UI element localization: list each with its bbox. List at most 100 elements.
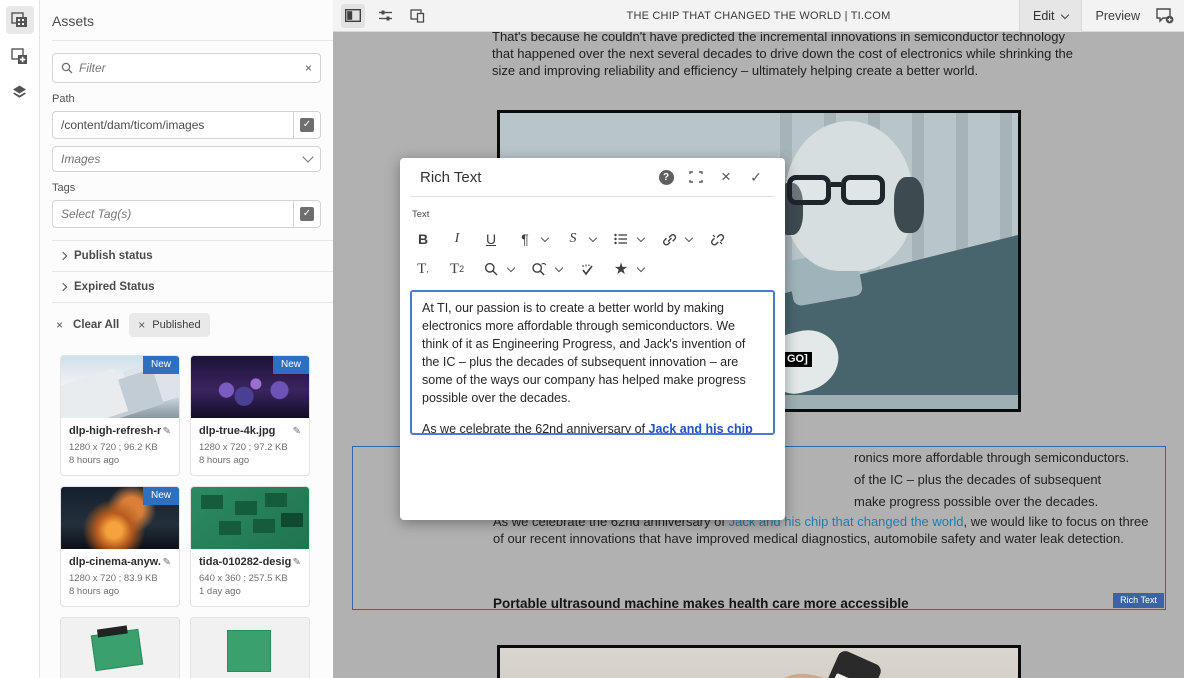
fullscreen-icon: [689, 171, 703, 183]
device-emulator-button[interactable]: [405, 4, 429, 28]
accordion-label: Expired Status: [74, 281, 155, 293]
asset-card[interactable]: New dlp-cinema-anyw... ✎ 1280 x 720 ; 83…: [60, 486, 180, 607]
underline-button[interactable]: U: [480, 227, 502, 251]
edit-pencil-icon[interactable]: ✎: [163, 426, 171, 437]
help-button[interactable]: ?: [651, 162, 681, 192]
content-tree-tab-icon[interactable]: [6, 78, 34, 106]
asset-card[interactable]: tida-010282-desig... ✎ 640 x 360 ; 257.5…: [190, 486, 310, 607]
asset-dimensions: 1280 x 720 ; 96.2 KB: [69, 442, 158, 453]
special-characters-button[interactable]: ★: [610, 257, 632, 281]
edit-pencil-icon[interactable]: ✎: [163, 557, 171, 568]
clear-filter-icon[interactable]: ×: [305, 61, 312, 75]
divider: [52, 40, 333, 41]
asset-card[interactable]: New dlp-high-refresh-r... ✎ 1280 x 720 ;…: [60, 355, 180, 476]
tags-checkbox[interactable]: ✓: [294, 200, 321, 228]
find-replace-button[interactable]: [528, 257, 550, 281]
clear-all-button[interactable]: Clear All: [73, 319, 119, 331]
component-text-line: make progress possible over the decades.: [854, 494, 1099, 509]
tags-input[interactable]: Select Tag(s): [52, 200, 294, 228]
edit-mode-label: Edit: [1032, 9, 1055, 23]
chevron-down-icon[interactable]: [684, 233, 694, 243]
asset-dimensions: 1280 x 720 ; 97.2 KB: [199, 442, 288, 453]
list-button[interactable]: [610, 227, 632, 251]
filter-placeholder: Filter: [79, 61, 106, 75]
dialog-title: Rich Text: [420, 168, 482, 186]
new-badge: New: [142, 487, 179, 505]
asset-thumbnail-cinema: New: [61, 487, 179, 549]
divider: [410, 196, 775, 197]
toggle-side-panel-button[interactable]: [341, 3, 365, 28]
asset-card[interactable]: [190, 617, 310, 678]
confirm-dialog-button[interactable]: ✓: [741, 162, 771, 192]
panel-title: Assets: [52, 13, 95, 29]
page-photo-figure[interactable]: [497, 645, 1021, 678]
asset-card[interactable]: [60, 617, 180, 678]
asset-card[interactable]: New dlp-true-4k.jpg ✎ 1280 x 720 ; 97.2 …: [190, 355, 310, 476]
styles-button[interactable]: S: [562, 227, 584, 251]
component-text-line: of the IC – plus the decades of subseque…: [854, 472, 1102, 487]
asset-name: dlp-cinema-anyw...: [69, 556, 161, 568]
new-badge: New: [272, 356, 309, 374]
clear-all-icon[interactable]: ×: [56, 318, 63, 332]
unlink-icon: [710, 233, 724, 245]
chevron-right-icon: [58, 251, 68, 261]
edit-pencil-icon[interactable]: ✎: [293, 426, 301, 437]
unlink-button[interactable]: [706, 227, 728, 251]
help-icon: ?: [658, 169, 674, 185]
spellcheck-button[interactable]: [576, 257, 598, 281]
close-dialog-button[interactable]: ×: [711, 162, 741, 192]
type-select[interactable]: Images: [52, 146, 321, 172]
asset-age: 8 hours ago: [199, 455, 250, 466]
ultrasound-photo-image: [500, 648, 1018, 678]
mode-select-edit[interactable]: Edit: [1018, 0, 1082, 32]
page-properties-button[interactable]: [373, 4, 397, 28]
fullscreen-button[interactable]: [681, 162, 711, 192]
assets-panel: Assets Filter × Path /content/dam/ticom/…: [40, 0, 333, 678]
asset-thumbnail-pcb: [191, 487, 309, 549]
link-icon: [662, 233, 676, 245]
chevron-down-icon[interactable]: [588, 233, 598, 243]
chevron-down-icon[interactable]: [540, 233, 550, 243]
rich-text-dialog: Rich Text ? × ✓ Text B I U ¶ S T , T 2 ★…: [400, 158, 785, 520]
superscript-button[interactable]: T2: [446, 257, 468, 281]
chevron-down-icon[interactable]: [636, 263, 646, 273]
components-tab-icon[interactable]: [6, 42, 34, 70]
rte-paragraph-1: At TI, our passion is to create a better…: [422, 301, 746, 405]
chevron-down-icon: [1060, 10, 1069, 20]
sliders-icon: [378, 10, 392, 20]
accordion-label: Publish status: [74, 250, 153, 262]
component-text-line: ronics more affordable through semicondu…: [854, 450, 1130, 465]
checkbox-checked-icon: ✓: [300, 118, 314, 132]
chevron-down-icon[interactable]: [506, 263, 516, 273]
path-input[interactable]: /content/dam/ticom/images: [52, 111, 294, 139]
edit-pencil-icon[interactable]: ✎: [293, 557, 301, 568]
text-field-label: Text: [412, 209, 430, 220]
paragraph-format-button[interactable]: ¶: [514, 227, 536, 251]
annotate-button[interactable]: [1154, 0, 1184, 32]
rte-toolbar: B I U ¶ S T, T2 ★: [400, 222, 785, 284]
side-panel-icon: [345, 9, 361, 22]
asset-name: dlp-true-4k.jpg: [199, 425, 276, 437]
editor-topbar: THE CHIP THAT CHANGED THE WORLD | TI.COM…: [333, 0, 1184, 32]
chevron-down-icon[interactable]: [554, 263, 564, 273]
preview-button[interactable]: Preview: [1082, 0, 1154, 32]
link-button[interactable]: [658, 227, 680, 251]
assets-tab-icon[interactable]: [5, 6, 34, 34]
accordion-publish-status[interactable]: Publish status: [40, 241, 333, 271]
chevron-down-icon[interactable]: [636, 233, 646, 243]
accordion-expired-status[interactable]: Expired Status: [40, 272, 333, 302]
tags-label: Tags: [52, 182, 76, 194]
filter-input[interactable]: Filter ×: [52, 53, 321, 83]
subscript-button[interactable]: T,: [412, 257, 434, 281]
path-checkbox[interactable]: ✓: [294, 111, 321, 139]
search-icon: [484, 262, 498, 276]
rich-text-editor-area[interactable]: At TI, our passion is to create a better…: [410, 290, 775, 435]
italic-button[interactable]: I: [446, 227, 468, 251]
preview-label: Preview: [1095, 9, 1140, 23]
layers-icon: [13, 85, 26, 98]
filter-chip-published[interactable]: × Published: [129, 313, 210, 337]
bold-button[interactable]: B: [412, 227, 434, 251]
checkmark-icon: ✓: [750, 168, 762, 185]
find-button[interactable]: [480, 257, 502, 281]
asset-thumbnail-night-garden: New: [191, 356, 309, 418]
